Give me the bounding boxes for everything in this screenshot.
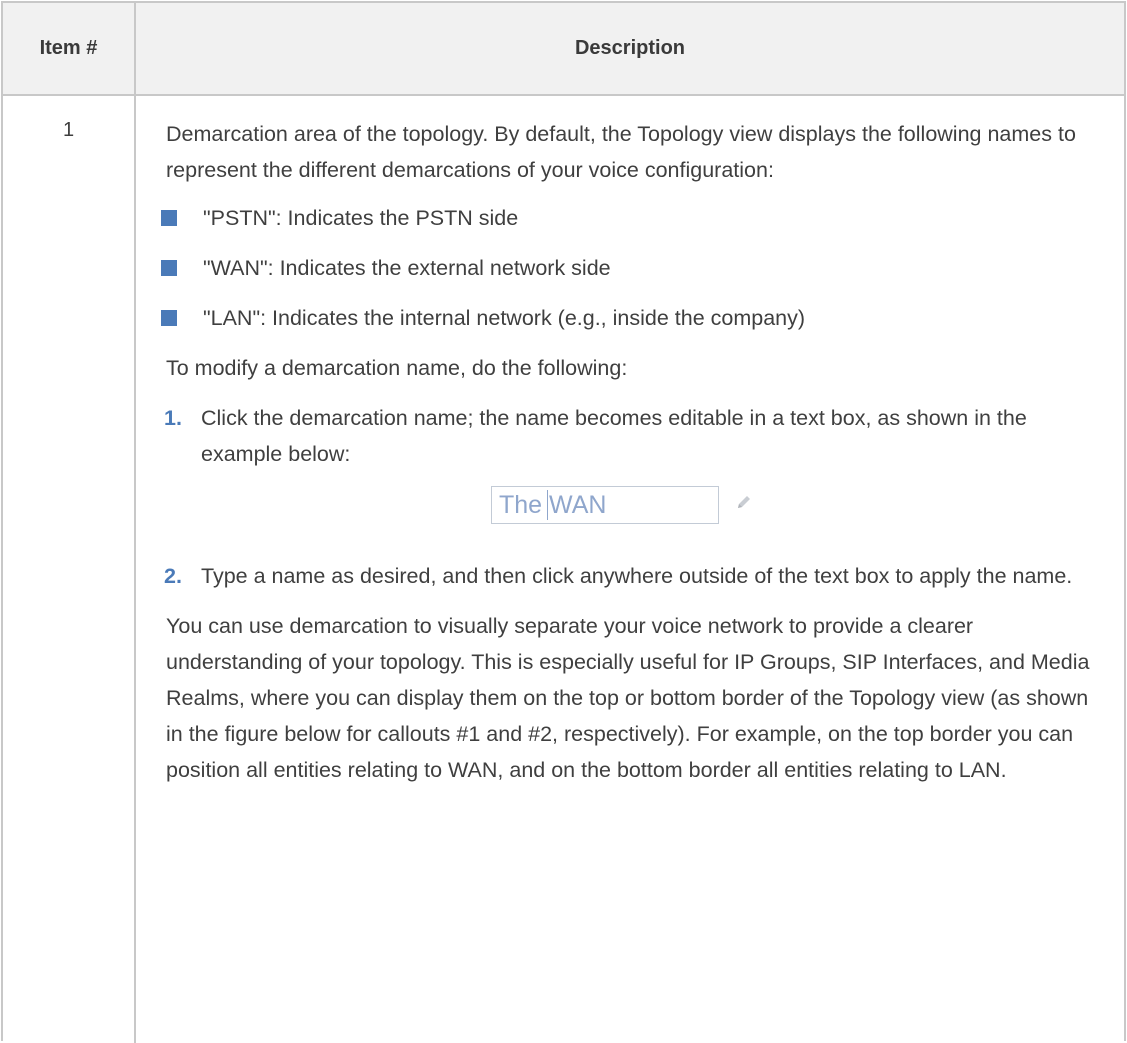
description-table: Item # Description 1 Demarcation area of…	[1, 1, 1126, 1043]
bullet-item: "LAN": Indicates the internal network (e…	[161, 300, 1096, 336]
square-bullet-icon	[161, 210, 177, 226]
step-text: Click the demarcation name; the name bec…	[201, 406, 1027, 466]
example-text-part2: WAN	[549, 491, 607, 519]
step-number: 1.	[164, 406, 182, 430]
pencil-icon	[738, 496, 750, 508]
description-cell: Demarcation area of the topology. By def…	[161, 116, 1096, 788]
bullet-text: "LAN": Indicates the internal network (e…	[203, 306, 806, 330]
intro-paragraph: Demarcation area of the topology. By def…	[166, 122, 1076, 182]
text-caret	[547, 490, 548, 520]
bullet-item: "PSTN": Indicates the PSTN side	[161, 200, 1096, 236]
header-item-number: Item #	[39, 37, 98, 59]
square-bullet-icon	[161, 310, 177, 326]
step-text: Type a name as desired, and then click a…	[201, 564, 1073, 588]
header-description: Description	[574, 37, 686, 59]
step-item: 2. Type a name as desired, and then clic…	[164, 558, 1096, 594]
step-item: 1. Click the demarcation name; the name …	[164, 400, 1096, 472]
example-figure: The WAN	[166, 478, 1096, 548]
procedure-intro: To modify a demarcation name, do the fol…	[166, 356, 628, 380]
table-header-row: Item # Description	[3, 3, 1124, 96]
bullet-text: "WAN": Indicates the external network si…	[203, 256, 611, 280]
item-number-cell: 1	[62, 119, 75, 141]
bullet-text: "PSTN": Indicates the PSTN side	[203, 206, 519, 230]
example-text-part1: The	[499, 491, 543, 519]
example-text: The WAN	[499, 485, 606, 525]
bullet-item: "WAN": Indicates the external network si…	[161, 250, 1096, 286]
square-bullet-icon	[161, 260, 177, 276]
step-number: 2.	[164, 564, 182, 588]
column-divider	[134, 3, 136, 1043]
closing-paragraph: You can use demarcation to visually sepa…	[166, 614, 1090, 782]
